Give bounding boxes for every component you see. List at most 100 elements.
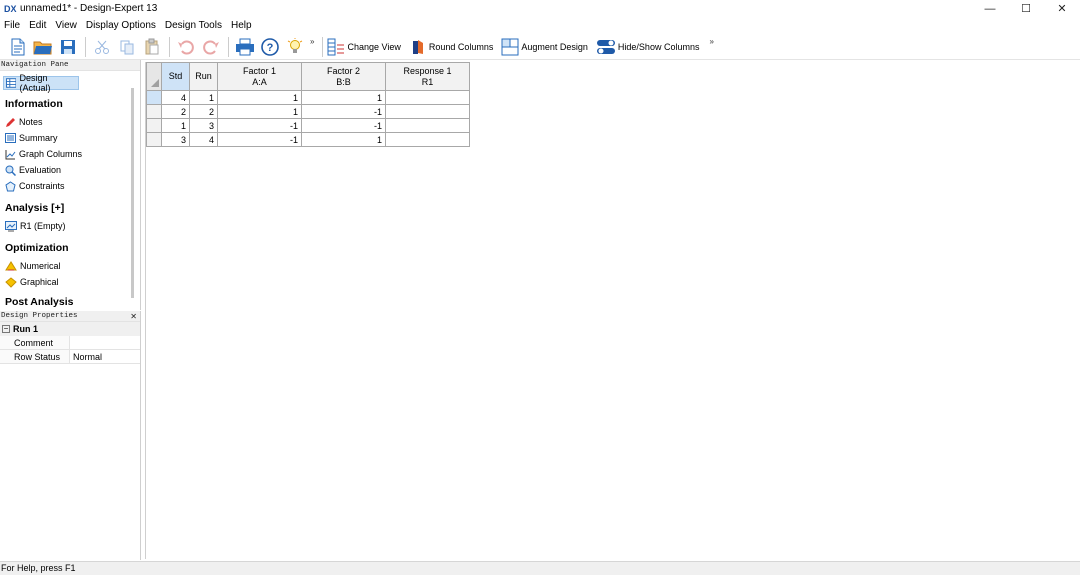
- redo-button[interactable]: [199, 36, 223, 58]
- column-header-run[interactable]: Run: [189, 62, 218, 91]
- cell-response-r1[interactable]: [385, 118, 470, 133]
- nav-item-graphical[interactable]: Graphical: [0, 274, 140, 290]
- table-row[interactable]: 1 3 -1 -1: [146, 118, 470, 133]
- design-table-icon: [6, 78, 17, 88]
- cell-run[interactable]: 2: [189, 104, 218, 119]
- cell-run[interactable]: 4: [189, 132, 218, 147]
- cell-run[interactable]: 1: [189, 90, 218, 105]
- hide-show-columns-button[interactable]: Hide/Show Columns: [596, 36, 700, 58]
- new-file-button[interactable]: [6, 36, 30, 58]
- cell-factor-a[interactable]: 1: [217, 104, 302, 119]
- paste-button[interactable]: [140, 36, 164, 58]
- nav-group-analysis[interactable]: Analysis [+]: [5, 202, 140, 214]
- cut-button[interactable]: [90, 36, 114, 58]
- column-header-factor-2[interactable]: Factor 2 B:B: [301, 62, 386, 91]
- cell-factor-a[interactable]: 1: [217, 90, 302, 105]
- save-button[interactable]: [56, 36, 80, 58]
- table-row[interactable]: 2 2 1 -1: [146, 104, 470, 119]
- cell-factor-b[interactable]: -1: [301, 104, 386, 119]
- print-button[interactable]: [233, 36, 257, 58]
- nav-item-label: R1 (Empty): [20, 221, 66, 231]
- navigation-pane-title: Navigation Pane: [1, 61, 69, 69]
- cell-factor-b[interactable]: 1: [301, 132, 386, 147]
- column-header-factor-1[interactable]: Factor 1 A:A: [217, 62, 302, 91]
- nav-item-numerical[interactable]: Numerical: [0, 258, 140, 274]
- design-properties-pane: Design Properties ✕ − Run 1 Comment Row …: [0, 311, 141, 560]
- cell-factor-b[interactable]: -1: [301, 118, 386, 133]
- close-icon[interactable]: ✕: [130, 311, 137, 321]
- comment-field[interactable]: [70, 336, 140, 349]
- cell-std[interactable]: 1: [161, 118, 190, 133]
- minimize-button[interactable]: —: [972, 0, 1008, 17]
- tips-button[interactable]: [283, 36, 307, 58]
- change-view-button[interactable]: Change View: [327, 36, 401, 58]
- nav-item-evaluation[interactable]: Evaluation: [0, 162, 140, 178]
- cell-response-r1[interactable]: [385, 104, 470, 119]
- cell-factor-a[interactable]: -1: [217, 132, 302, 147]
- redo-icon: [203, 40, 219, 54]
- augment-design-button[interactable]: Augment Design: [501, 36, 588, 58]
- toolbar: ? » Change View Round Columns Augment De…: [0, 34, 1080, 60]
- property-row-row-status: Row Status Normal: [0, 350, 140, 364]
- collapse-icon[interactable]: −: [2, 325, 10, 333]
- clipboard-icon: [145, 38, 159, 55]
- property-key: Comment: [0, 336, 70, 349]
- nav-item-constraints[interactable]: Constraints: [0, 178, 140, 194]
- status-bar: For Help, press F1: [0, 561, 1080, 575]
- nav-group-optimization: Optimization: [5, 242, 69, 254]
- round-columns-button[interactable]: Round Columns: [409, 36, 493, 58]
- row-status-field[interactable]: Normal: [70, 350, 140, 363]
- toolbar-overflow-chevron[interactable]: »: [310, 37, 314, 46]
- table-row[interactable]: 3 4 -1 1: [146, 132, 470, 147]
- lightbulb-icon: [287, 37, 303, 53]
- nav-item-label: Design (Actual): [19, 73, 51, 93]
- nav-item-summary[interactable]: Summary: [0, 130, 140, 146]
- table-row[interactable]: 4 1 1 1: [146, 90, 470, 105]
- menu-display-options[interactable]: Display Options: [86, 20, 156, 31]
- toolbar-separator: [85, 36, 86, 57]
- cell-run[interactable]: 3: [189, 118, 218, 133]
- column-header-sublabel: A:A: [252, 76, 267, 87]
- menu-edit[interactable]: Edit: [29, 20, 46, 31]
- navigation-pane-scrollbar[interactable]: [131, 88, 134, 298]
- menu-view[interactable]: View: [55, 20, 77, 31]
- undo-button[interactable]: [174, 36, 198, 58]
- maximize-button[interactable]: ☐: [1008, 0, 1044, 17]
- row-header[interactable]: [146, 132, 162, 147]
- nav-item-design-actual[interactable]: Design (Actual): [3, 73, 79, 93]
- nav-item-r1-empty[interactable]: R1 (Empty): [0, 218, 140, 234]
- toolbar-overflow-chevron-2[interactable]: »: [709, 37, 713, 46]
- nav-item-graph-columns[interactable]: Graph Columns: [0, 146, 140, 162]
- row-header[interactable]: [146, 118, 162, 133]
- navigation-pane: Navigation Pane Design (Actual) Informat…: [0, 60, 141, 310]
- run-property-group[interactable]: − Run 1: [0, 322, 140, 336]
- column-header-label: Response 1: [403, 65, 452, 76]
- cell-response-r1[interactable]: [385, 132, 470, 147]
- menu-design-tools[interactable]: Design Tools: [165, 20, 222, 31]
- hide-show-columns-label: Hide/Show Columns: [617, 41, 700, 52]
- design-properties-title: Design Properties: [1, 312, 78, 320]
- nav-item-label: Notes: [19, 117, 43, 127]
- cell-factor-a[interactable]: -1: [217, 118, 302, 133]
- nav-item-notes[interactable]: Notes: [0, 114, 140, 130]
- row-header[interactable]: [146, 90, 162, 105]
- cell-response-r1[interactable]: [385, 90, 470, 105]
- constraints-icon: [5, 180, 16, 191]
- cell-factor-b[interactable]: 1: [301, 90, 386, 105]
- cell-std[interactable]: 4: [161, 90, 190, 105]
- menu-file[interactable]: File: [4, 20, 20, 31]
- augment-design-label: Augment Design: [521, 41, 588, 52]
- column-header-std[interactable]: Std: [161, 62, 190, 91]
- menu-help[interactable]: Help: [231, 20, 252, 31]
- open-file-button[interactable]: [31, 36, 55, 58]
- grid-corner-cell[interactable]: [146, 62, 162, 91]
- copy-button[interactable]: [115, 36, 139, 58]
- cell-std[interactable]: 3: [161, 132, 190, 147]
- status-text: For Help, press F1: [1, 563, 76, 573]
- close-button[interactable]: ✕: [1044, 0, 1080, 17]
- navigation-pane-header: Navigation Pane: [0, 60, 140, 71]
- help-button[interactable]: ?: [258, 36, 282, 58]
- row-header[interactable]: [146, 104, 162, 119]
- cell-std[interactable]: 2: [161, 104, 190, 119]
- column-header-response-1[interactable]: Response 1 R1: [385, 62, 470, 91]
